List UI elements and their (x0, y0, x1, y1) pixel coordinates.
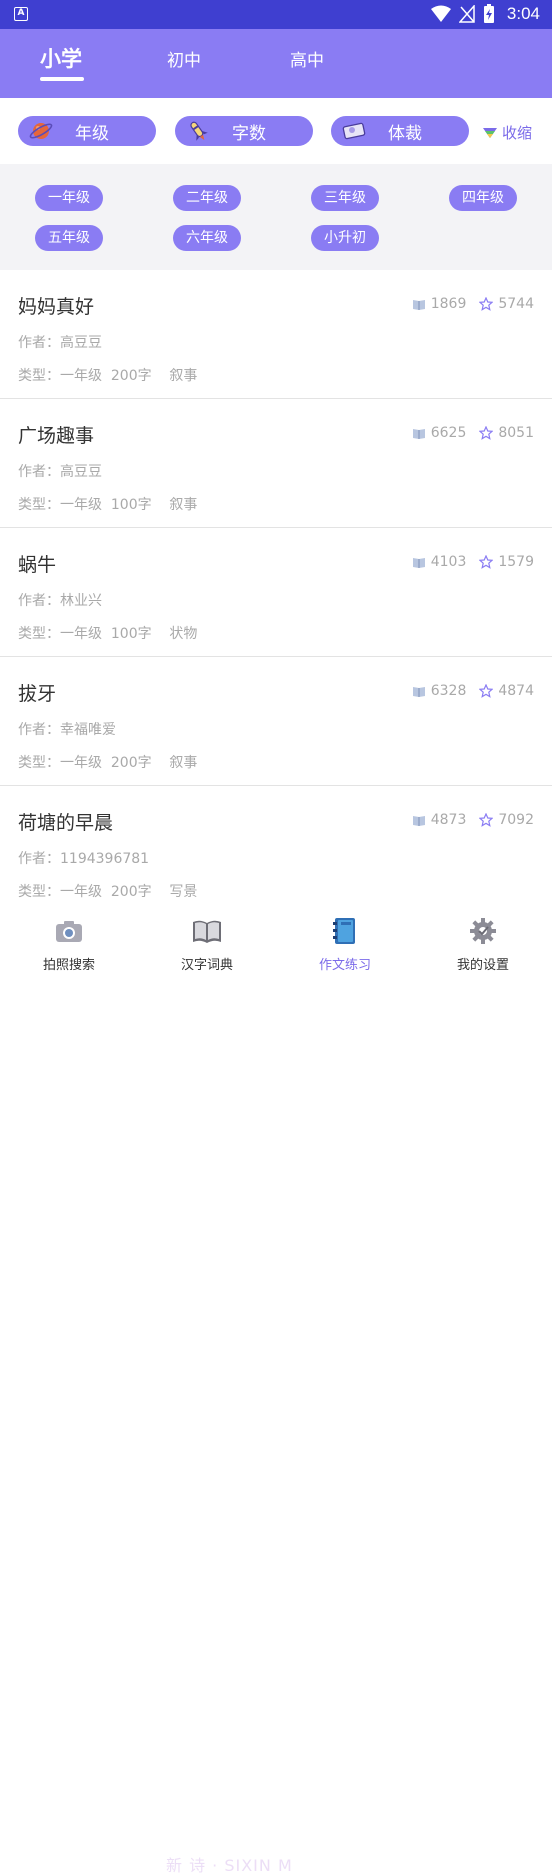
read-count: 1869 (430, 296, 467, 312)
grade-chip-3[interactable]: 三年级 (311, 185, 379, 211)
genre-filter-label: 体裁 (388, 123, 422, 144)
star-count: 1579 (498, 554, 534, 570)
article-title: 荷塘的早晨 (18, 812, 114, 834)
article-stats: 1869 5744 (412, 296, 534, 312)
nav-photo-search[interactable]: 拍照搜索 (0, 904, 138, 981)
star-count: 4874 (498, 683, 534, 699)
article-author: 作者：幸福唯爱 (18, 722, 116, 738)
nav-label: 汉字词典 (180, 958, 233, 973)
wifi-icon (430, 5, 451, 22)
no-signal-icon (458, 5, 475, 23)
notebook-icon (333, 918, 355, 944)
article-stats: 6625 8051 (412, 425, 534, 441)
nav-character-dictionary[interactable]: 汉字词典 (138, 904, 276, 981)
read-count-icon (412, 429, 425, 439)
article-meta: 类型：一年级 100字 叙事 (18, 497, 198, 513)
star-count: 5744 (498, 296, 534, 312)
nav-label: 拍照搜索 (42, 958, 95, 973)
status-bar: A 3:04 (0, 0, 552, 29)
article-title: 蜗牛 (18, 554, 57, 576)
star-count: 8051 (498, 425, 534, 441)
grade-filter-button[interactable]: 年级 (18, 116, 156, 146)
article-stats: 4873 7092 (412, 812, 534, 828)
grade-chip-2[interactable]: 二年级 (173, 185, 241, 211)
grade-chip-graduation[interactable]: 小升初 (311, 225, 379, 251)
status-icons: 3:04 (430, 4, 540, 24)
book-icon (193, 920, 221, 943)
grade-chip-1[interactable]: 一年级 (35, 185, 103, 211)
tab-label: 初中 (167, 51, 201, 71)
filter-bar: 年级 字数 体裁 收缩 (0, 98, 552, 164)
level-tab-bar: 小学 初中 高中 (0, 29, 552, 98)
word-count-filter-button[interactable]: 字数 (175, 116, 313, 146)
tab-label: 高中 (290, 51, 324, 71)
grade-chip-panel: 一年级 二年级 三年级 四年级 五年级 六年级 小升初 (0, 164, 552, 270)
article-meta: 类型：一年级 200字 叙事 (18, 755, 198, 771)
read-count: 4103 (430, 554, 467, 570)
bottom-navigation: 拍照搜索 汉字词典 作文练习 我的设置 新 诗 · SIXIN M (0, 904, 552, 1875)
nav-label: 作文练习 (318, 958, 371, 973)
article-item[interactable]: 荷塘的早晨 4873 7092 作者：1194396781 类型：一年级 200… (0, 786, 552, 915)
read-count-icon (412, 300, 425, 310)
tab-label: 小学 (40, 47, 82, 71)
article-item[interactable]: 广场趣事 6625 8051 作者：高豆豆 类型：一年级 100字 叙事 (0, 399, 552, 528)
star-icon (479, 297, 494, 311)
article-item[interactable]: 妈妈真好 1869 5744 作者：高豆豆 类型：一年级 200字 叙事 (0, 270, 552, 399)
star-icon (479, 426, 494, 440)
read-count: 6328 (430, 683, 467, 699)
article-title: 广场趣事 (18, 425, 95, 447)
article-item[interactable]: 蜗牛 4103 1579 作者：林业兴 类型：一年级 100字 状物 (0, 528, 552, 657)
app-notification-icon: A (14, 7, 28, 21)
nav-composition-practice[interactable]: 作文练习 (276, 904, 414, 981)
battery-charging-icon (483, 4, 494, 23)
word-count-filter-label: 字数 (232, 123, 266, 144)
article-meta: 类型：一年级 200字 叙事 (18, 368, 198, 384)
read-count: 6625 (430, 425, 467, 441)
read-count-icon (412, 558, 425, 568)
star-icon (479, 813, 494, 827)
genre-filter-button[interactable]: 体裁 (331, 116, 469, 146)
tab-primary-school[interactable]: 小学 (40, 43, 84, 81)
watermark-text: 新 诗 · SIXIN M (166, 1856, 293, 1875)
nav-label: 我的设置 (456, 958, 509, 973)
collapse-button[interactable]: 收缩 (482, 122, 532, 143)
star-count: 7092 (498, 812, 534, 828)
article-author: 作者：林业兴 (18, 593, 102, 609)
grade-chip-4[interactable]: 四年级 (449, 185, 517, 211)
active-tab-indicator (40, 77, 84, 81)
read-count: 4873 (430, 812, 467, 828)
grade-chip-5[interactable]: 五年级 (35, 225, 103, 251)
gear-icon (470, 918, 496, 944)
article-author: 作者：高豆豆 (18, 464, 102, 480)
star-icon (479, 684, 494, 698)
article-stats: 6328 4874 (412, 683, 534, 699)
nav-my-settings[interactable]: 我的设置 (414, 904, 552, 981)
read-count-icon (412, 687, 425, 697)
grade-chip-6[interactable]: 六年级 (173, 225, 241, 251)
tab-junior-high[interactable]: 初中 (167, 46, 201, 71)
camera-icon (56, 921, 82, 942)
star-icon (479, 555, 494, 569)
read-count-icon (412, 816, 425, 826)
article-title: 拔牙 (18, 683, 57, 705)
article-stats: 4103 1579 (412, 554, 534, 570)
article-item[interactable]: 拔牙 6328 4874 作者：幸福唯爱 类型：一年级 200字 叙事 (0, 657, 552, 786)
clock: 3:04 (506, 4, 540, 23)
article-meta: 类型：一年级 200字 写景 (18, 884, 198, 900)
article-author: 作者：高豆豆 (18, 335, 102, 351)
grade-filter-label: 年级 (75, 123, 109, 144)
article-title: 妈妈真好 (18, 296, 95, 318)
collapse-label: 收缩 (502, 124, 533, 142)
article-author: 作者：1194396781 (18, 851, 150, 867)
triangle-down-icon (483, 127, 497, 138)
tab-senior-high[interactable]: 高中 (290, 46, 324, 71)
article-meta: 类型：一年级 100字 状物 (18, 626, 198, 642)
